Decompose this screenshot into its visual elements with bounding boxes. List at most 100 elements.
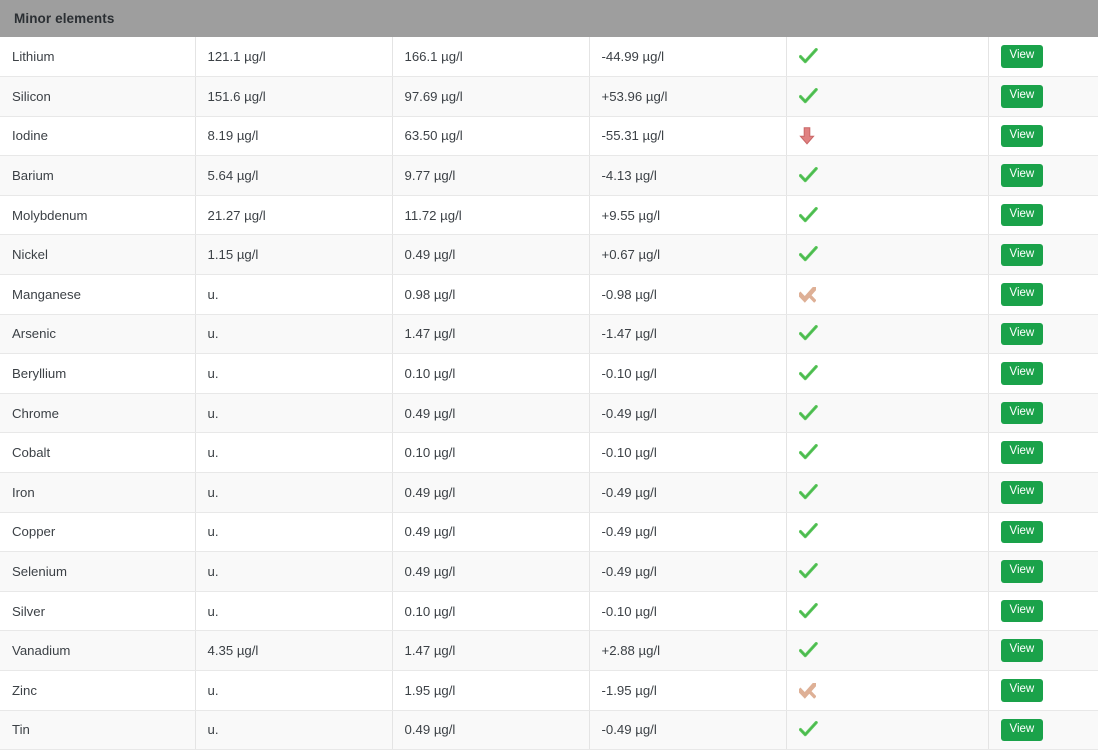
table-row: Chrome u. 0.49 µg/l -0.49 µg/l View <box>0 393 1098 434</box>
status-cell <box>786 76 989 117</box>
action-cell: View <box>988 472 1098 513</box>
red-down-arrow-icon <box>798 127 815 145</box>
measured-value-cell: u. <box>195 551 393 592</box>
table-row: Lithium 121.1 µg/l 166.1 µg/l -44.99 µg/l Vi… <box>0 37 1098 78</box>
difference-cell: -44.99 µg/l <box>589 37 787 78</box>
measured-value-cell: 21.27 µg/l <box>195 195 393 236</box>
element-name-cell: Beryllium <box>0 353 196 394</box>
status-cell <box>786 512 989 553</box>
difference-cell: +53.96 µg/l <box>589 76 787 117</box>
difference-cell: -0.10 µg/l <box>589 432 787 474</box>
measured-value-cell: 4.35 µg/l <box>195 630 393 671</box>
element-name-cell: Lithium <box>0 37 196 78</box>
measured-value-cell: u. <box>195 314 393 355</box>
difference-cell: +9.55 µg/l <box>589 195 787 236</box>
table-row: Selenium u. 0.49 µg/l -0.49 µg/l View <box>0 551 1098 592</box>
view-button[interactable]: View <box>1000 639 1044 662</box>
table-row: Tin u. 0.49 µg/l -0.49 µg/l View <box>0 710 1098 750</box>
reference-value-cell: 11.72 µg/l <box>392 195 590 236</box>
green-check-icon <box>798 483 818 501</box>
table-row: Vanadium 4.35 µg/l 1.47 µg/l +2.88 µg/l View <box>0 630 1098 671</box>
reference-value-cell: 0.49 µg/l <box>392 710 590 750</box>
view-button[interactable]: View <box>1000 164 1044 187</box>
action-cell: View <box>988 37 1098 78</box>
difference-cell: -0.98 µg/l <box>589 274 787 315</box>
element-name-cell: Chrome <box>0 393 196 434</box>
status-cell <box>786 630 989 671</box>
table-row: Silicon 151.6 µg/l 97.69 µg/l +53.96 µg/l Vi… <box>0 76 1098 117</box>
element-name-cell: Tin <box>0 710 196 750</box>
view-button[interactable]: View <box>1000 718 1044 742</box>
status-cell <box>786 591 989 632</box>
measured-value-cell: 121.1 µg/l <box>195 37 393 78</box>
measured-value-cell: u. <box>195 591 393 632</box>
action-cell: View <box>988 432 1098 474</box>
element-name-cell: Barium <box>0 155 196 196</box>
status-cell <box>786 393 989 434</box>
view-button[interactable]: View <box>1000 520 1044 544</box>
table-row: Iron u. 0.49 µg/l -0.49 µg/l View <box>0 472 1098 513</box>
status-cell <box>786 274 989 315</box>
table-row: Zinc u. 1.95 µg/l -1.95 µg/l View <box>0 670 1098 711</box>
difference-cell: +2.88 µg/l <box>589 630 787 671</box>
measured-value-cell: u. <box>195 274 393 315</box>
element-name-cell: Manganese <box>0 274 196 315</box>
difference-cell: -0.49 µg/l <box>589 393 787 434</box>
measured-value-cell: u. <box>195 353 393 394</box>
difference-cell: -1.95 µg/l <box>589 670 787 711</box>
element-name-cell: Molybdenum <box>0 195 196 236</box>
status-cell <box>786 472 989 513</box>
action-cell: View <box>988 76 1098 117</box>
difference-cell: -4.13 µg/l <box>589 155 787 196</box>
difference-cell: -0.49 µg/l <box>589 551 787 592</box>
view-button[interactable]: View <box>1000 679 1044 702</box>
view-button[interactable]: View <box>1000 560 1044 583</box>
green-check-icon <box>798 642 818 659</box>
difference-cell: -1.47 µg/l <box>589 314 787 355</box>
minor-elements-panel: Minor elements Lithium 121.1 µg/l 166.1 µg… <box>0 0 1098 750</box>
action-cell: View <box>988 710 1098 750</box>
measured-value-cell: 8.19 µg/l <box>195 116 393 157</box>
view-button[interactable]: View <box>1000 203 1044 227</box>
view-button[interactable]: View <box>1000 401 1044 425</box>
view-button[interactable]: View <box>1000 599 1044 623</box>
view-button[interactable]: View <box>1000 322 1044 346</box>
view-button[interactable]: View <box>1000 243 1044 267</box>
green-check-icon <box>798 206 818 224</box>
view-button[interactable]: View <box>1000 283 1044 306</box>
table-row: Arsenic u. 1.47 µg/l -1.47 µg/l View <box>0 314 1098 355</box>
status-cell <box>786 670 989 711</box>
view-button[interactable]: View <box>1000 362 1044 385</box>
view-button[interactable]: View <box>1000 481 1044 504</box>
element-name-cell: Silicon <box>0 76 196 117</box>
action-cell: View <box>988 116 1098 157</box>
status-cell <box>786 710 989 750</box>
view-button[interactable]: View <box>1000 45 1044 68</box>
reference-value-cell: 0.49 µg/l <box>392 512 590 553</box>
reference-value-cell: 0.98 µg/l <box>392 274 590 315</box>
reference-value-cell: 9.77 µg/l <box>392 155 590 196</box>
reference-value-cell: 63.50 µg/l <box>392 116 590 157</box>
reference-value-cell: 0.49 µg/l <box>392 551 590 592</box>
difference-cell: -0.10 µg/l <box>589 591 787 632</box>
element-name-cell: Cobalt <box>0 432 196 474</box>
difference-cell: -0.49 µg/l <box>589 710 787 750</box>
reference-value-cell: 1.47 µg/l <box>392 630 590 671</box>
measured-value-cell: u. <box>195 710 393 750</box>
view-button[interactable]: View <box>1000 124 1044 148</box>
green-check-icon <box>798 602 818 620</box>
element-name-cell: Iodine <box>0 116 196 157</box>
green-check-icon <box>798 365 818 382</box>
view-button[interactable]: View <box>1000 85 1044 108</box>
green-check-icon <box>798 325 818 342</box>
difference-cell: -0.49 µg/l <box>589 512 787 553</box>
table-row: Manganese u. 0.98 µg/l -0.98 µg/l View <box>0 274 1098 315</box>
view-button[interactable]: View <box>1000 441 1044 464</box>
element-name-cell: Iron <box>0 472 196 513</box>
status-cell <box>786 314 989 355</box>
green-check-icon <box>798 167 818 184</box>
status-cell <box>786 353 989 394</box>
table-row: Molybdenum 21.27 µg/l 11.72 µg/l +9.55 µg/l… <box>0 195 1098 236</box>
green-check-icon <box>798 48 818 65</box>
element-name-cell: Silver <box>0 591 196 632</box>
